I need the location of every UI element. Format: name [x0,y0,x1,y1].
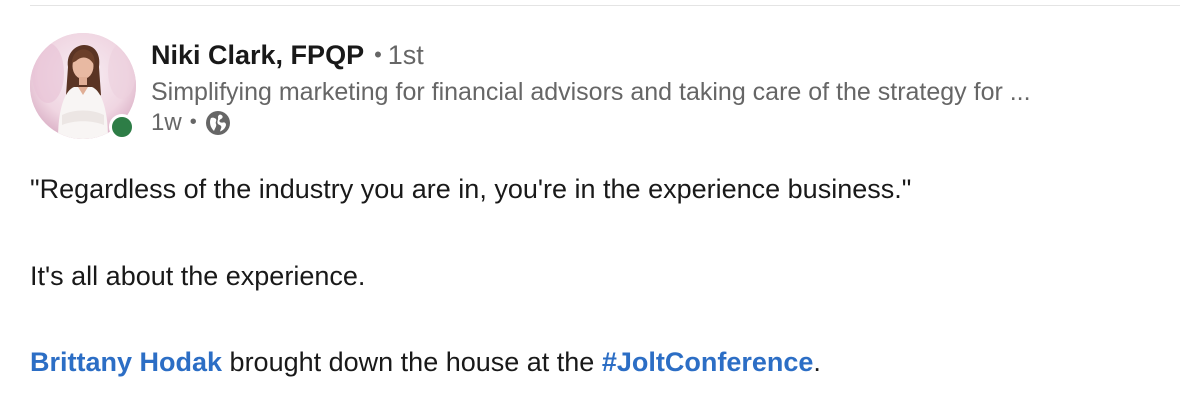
degree-separator: • [374,42,382,67]
feed-divider [30,5,1180,6]
post-timestamp[interactable]: 1w [151,108,182,138]
post-line-3-end: . [813,347,821,377]
globe-icon [205,110,231,136]
post-line-3-middle: brought down the house at the [222,347,602,377]
author-name-line: Niki Clark, FPQP • 1st [151,38,1171,72]
post-header: Niki Clark, FPQP • 1st Simplifying marketi… [30,30,1180,150]
connection-degree: 1st [387,40,424,70]
hashtag-link[interactable]: #JoltConference [602,347,814,377]
post-line-2: It's all about the experience. [30,261,366,291]
online-status-indicator [109,114,135,140]
author-avatar[interactable] [30,33,136,140]
post-line-3: Brittany Hodak brought down the house at… [30,345,821,379]
author-name[interactable]: Niki Clark, FPQP [151,40,364,70]
timestamp-separator: • [189,111,197,133]
mention-link[interactable]: Brittany Hodak [30,347,222,377]
post-timestamp-line: 1w • [151,108,1171,138]
author-headline: Simplifying marketing for financial advi… [151,78,1031,106]
post-quote: "Regardless of the industry you are in, … [30,174,912,204]
author-meta: Niki Clark, FPQP • 1st Simplifying marketi… [151,38,1171,138]
